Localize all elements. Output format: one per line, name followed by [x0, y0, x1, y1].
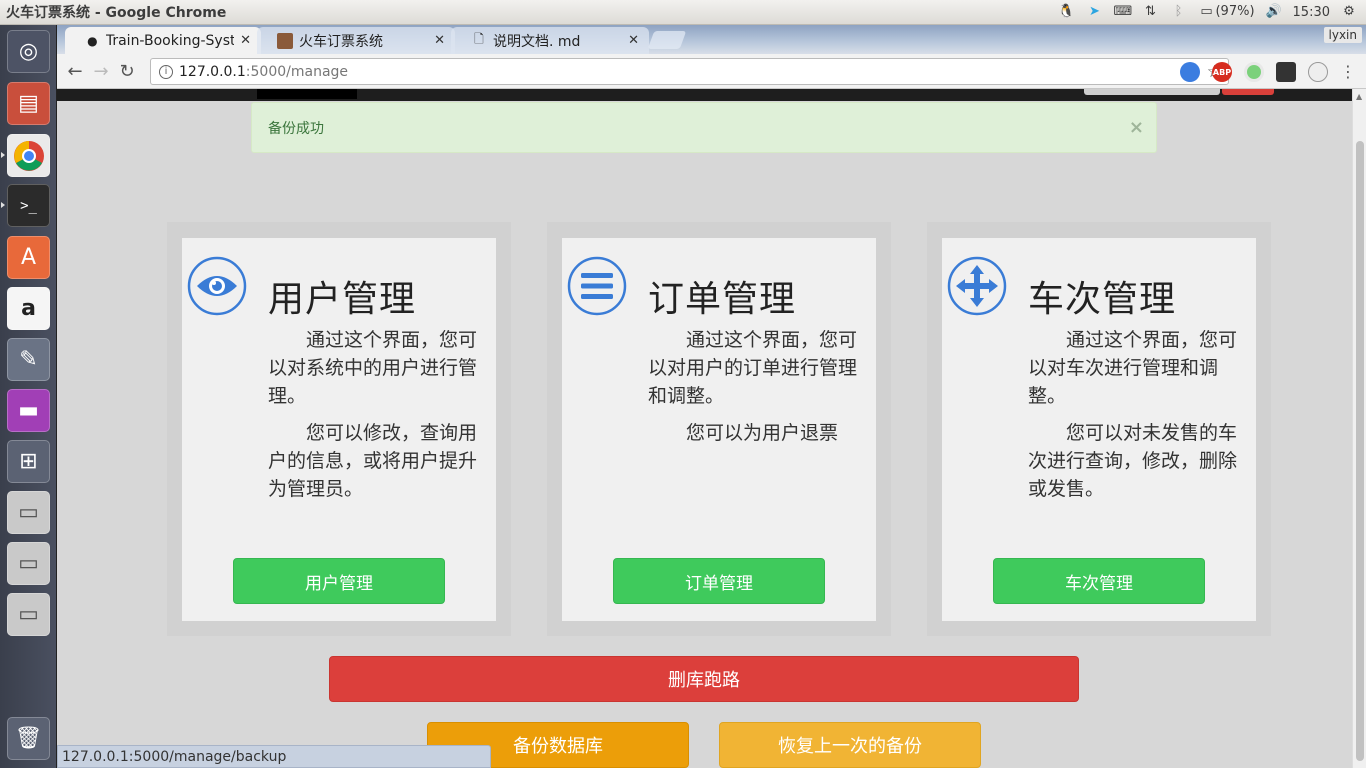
app-launcher: ◎ ▤ >_ A a ✎ ▬ ⊞ ▭ ▭ ▭ 🗑 — [0, 25, 57, 768]
url-path: :5000/manage — [245, 63, 349, 80]
navbar-button[interactable] — [1222, 89, 1274, 95]
page-viewport: 备份成功 × 用户管理 通过这个界面，您可以对系统中的用户进行管理。 您可以修改… — [57, 89, 1352, 768]
close-icon[interactable]: ✕ — [234, 33, 251, 48]
card-description: 通过这个界面，您可以对车次进行管理和调整。 您可以对未发售的车次进行查询，修改，… — [1028, 326, 1250, 512]
bluetooth-icon[interactable]: ᛒ — [1169, 4, 1187, 20]
workspace-switcher-icon[interactable]: ⊞ — [7, 440, 50, 483]
close-icon[interactable]: ✕ — [622, 33, 639, 48]
page-scrollbar[interactable]: ▲ — [1352, 89, 1366, 768]
address-bar[interactable]: i 127.0.0.1:5000/manage ☆ — [150, 58, 1229, 85]
document-icon: 🗋 — [474, 32, 484, 46]
tab-strip: ● Train-Booking-Syste ✕ 火车订票系统 ✕ 🗋 说明文档.… — [57, 25, 1366, 54]
train-management-panel: 车次管理 通过这个界面，您可以对车次进行管理和调整。 您可以对未发售的车次进行查… — [927, 222, 1271, 636]
extension-glasses-icon[interactable] — [1276, 62, 1296, 82]
card-paragraph: 通过这个界面，您可以对车次进行管理和调整。 — [1028, 329, 1238, 407]
card-description: 通过这个界面，您可以对系统中的用户进行管理。 您可以修改，查询用户的信息，或将用… — [268, 326, 490, 512]
scrollbar-thumb[interactable] — [1356, 141, 1364, 761]
qq-icon[interactable]: 🐧 — [1057, 4, 1075, 20]
card: 车次管理 通过这个界面，您可以对车次进行管理和调整。 您可以对未发售的车次进行查… — [942, 238, 1256, 621]
list-icon — [567, 256, 627, 316]
card-paragraph: 通过这个界面，您可以对系统中的用户进行管理。 — [268, 329, 478, 407]
back-arrow-icon[interactable]: ← — [62, 61, 88, 82]
drive-icon[interactable]: ▭ — [7, 593, 50, 636]
reload-icon[interactable]: ↻ — [114, 61, 140, 82]
trash-icon[interactable]: 🗑 — [7, 717, 50, 760]
order-management-panel: 订单管理 通过这个界面，您可以对用户的订单进行管理和调整。 您可以为用户退票 订… — [547, 222, 891, 636]
telegram-icon[interactable]: ➤ — [1085, 4, 1103, 20]
battery-percent: (97%) — [1215, 4, 1255, 19]
order-management-button[interactable]: 订单管理 — [613, 558, 825, 604]
user-management-panel: 用户管理 通过这个界面，您可以对系统中的用户进行管理。 您可以修改，查询用户的信… — [167, 222, 511, 636]
terminal-icon[interactable]: >_ — [7, 184, 50, 227]
card-title: 订单管理 — [648, 279, 797, 320]
scroll-up-icon[interactable]: ▲ — [1356, 92, 1362, 101]
card-paragraph: 您可以为用户退票 — [686, 422, 839, 444]
info-icon[interactable]: i — [159, 64, 173, 79]
forward-arrow-icon[interactable]: → — [88, 61, 114, 82]
network-icon[interactable]: ⇅ — [1141, 4, 1159, 20]
extension-green-icon[interactable] — [1244, 62, 1264, 82]
adblock-icon[interactable]: ABP — [1212, 62, 1232, 82]
workspace-app-icon[interactable]: ▬ — [7, 389, 50, 432]
ubuntu-dash-icon[interactable]: ◎ — [7, 30, 50, 73]
software-center-icon[interactable]: A — [7, 236, 50, 279]
card: 订单管理 通过这个界面，您可以对用户的订单进行管理和调整。 您可以为用户退票 订… — [562, 238, 876, 621]
tab-train-booking[interactable]: 火车订票系统 ✕ — [257, 27, 455, 54]
chrome-icon[interactable] — [7, 134, 50, 177]
tab-label: 火车订票系统 — [299, 33, 383, 50]
restore-backup-button[interactable]: 恢复上一次的备份 — [719, 722, 981, 768]
navbar-active-item[interactable] — [257, 89, 357, 99]
amazon-icon[interactable]: a — [7, 287, 50, 330]
train-management-button[interactable]: 车次管理 — [993, 558, 1205, 604]
system-tray: 🐧 ➤ ⌨ ⇅ ᛒ ▭ (97%) 🔊 15:30 ⚙ — [1057, 4, 1366, 20]
running-indicator — [1, 202, 5, 208]
system-top-panel: 火车订票系统 - Google Chrome 🐧 ➤ ⌨ ⇅ ᛒ ▭ (97%) … — [0, 0, 1366, 25]
more-menu-icon[interactable]: ⋮ — [1340, 62, 1356, 81]
clock[interactable]: 15:30 — [1293, 5, 1330, 20]
link-status-bar: 127.0.0.1:5000/manage/backup — [57, 745, 491, 768]
drive-icon[interactable]: ▭ — [7, 542, 50, 585]
drop-database-button[interactable]: 删库跑路 — [329, 656, 1079, 702]
card: 用户管理 通过这个界面，您可以对系统中的用户进行管理。 您可以修改，查询用户的信… — [182, 238, 496, 621]
tab-github[interactable]: ● Train-Booking-Syste ✕ — [65, 27, 261, 54]
move-arrows-icon — [947, 256, 1007, 316]
tab-label: Train-Booking-Syste — [105, 32, 235, 49]
success-alert: 备份成功 × — [251, 102, 1157, 153]
extension-ghost-icon[interactable] — [1308, 62, 1328, 82]
navbar-input[interactable] — [1084, 89, 1220, 95]
drive-icon[interactable]: ▭ — [7, 491, 50, 534]
alert-message: 备份成功 — [268, 120, 324, 137]
new-tab-button[interactable] — [647, 31, 687, 49]
battery-icon: ▭ — [1200, 4, 1213, 19]
card-title: 用户管理 — [268, 279, 417, 320]
browser-toolbar: ← → ↻ i 127.0.0.1:5000/manage ☆ ABP ⋮ — [57, 54, 1366, 89]
system-settings-icon[interactable]: ✎ — [7, 338, 50, 381]
card-paragraph: 您可以修改，查询用户的信息，或将用户提升为管理员。 — [268, 422, 478, 500]
extension-blue-icon[interactable] — [1180, 62, 1200, 82]
profile-button[interactable]: lyxin — [1323, 27, 1362, 43]
tab-readme[interactable]: 🗋 说明文档. md ✕ — [451, 27, 649, 54]
url-host: 127.0.0.1 — [179, 63, 246, 80]
gear-icon[interactable]: ⚙ — [1340, 4, 1358, 20]
keyboard-icon[interactable]: ⌨ — [1113, 4, 1132, 20]
avatar-favicon-icon — [277, 32, 293, 49]
close-icon[interactable]: ✕ — [428, 33, 445, 48]
card-paragraph: 通过这个界面，您可以对用户的订单进行管理和调整。 — [648, 329, 858, 407]
running-indicator — [1, 152, 5, 158]
battery-indicator[interactable]: ▭ (97%) — [1197, 4, 1254, 20]
card-paragraph: 您可以对未发售的车次进行查询，修改，删除或发售。 — [1028, 422, 1238, 500]
card-title: 车次管理 — [1028, 279, 1177, 320]
card-description: 通过这个界面，您可以对用户的订单进行管理和调整。 您可以为用户退票 — [648, 326, 870, 456]
tab-label: 说明文档. md — [493, 33, 581, 50]
user-management-button[interactable]: 用户管理 — [233, 558, 445, 604]
site-navbar — [57, 89, 1352, 101]
file-manager-icon[interactable]: ▤ — [7, 82, 50, 125]
github-icon: ● — [87, 33, 98, 48]
alert-close-icon[interactable]: × — [1129, 117, 1144, 138]
volume-icon[interactable]: 🔊 — [1265, 4, 1283, 20]
eye-icon — [187, 256, 247, 316]
window-title: 火车订票系统 - Google Chrome — [6, 5, 227, 21]
